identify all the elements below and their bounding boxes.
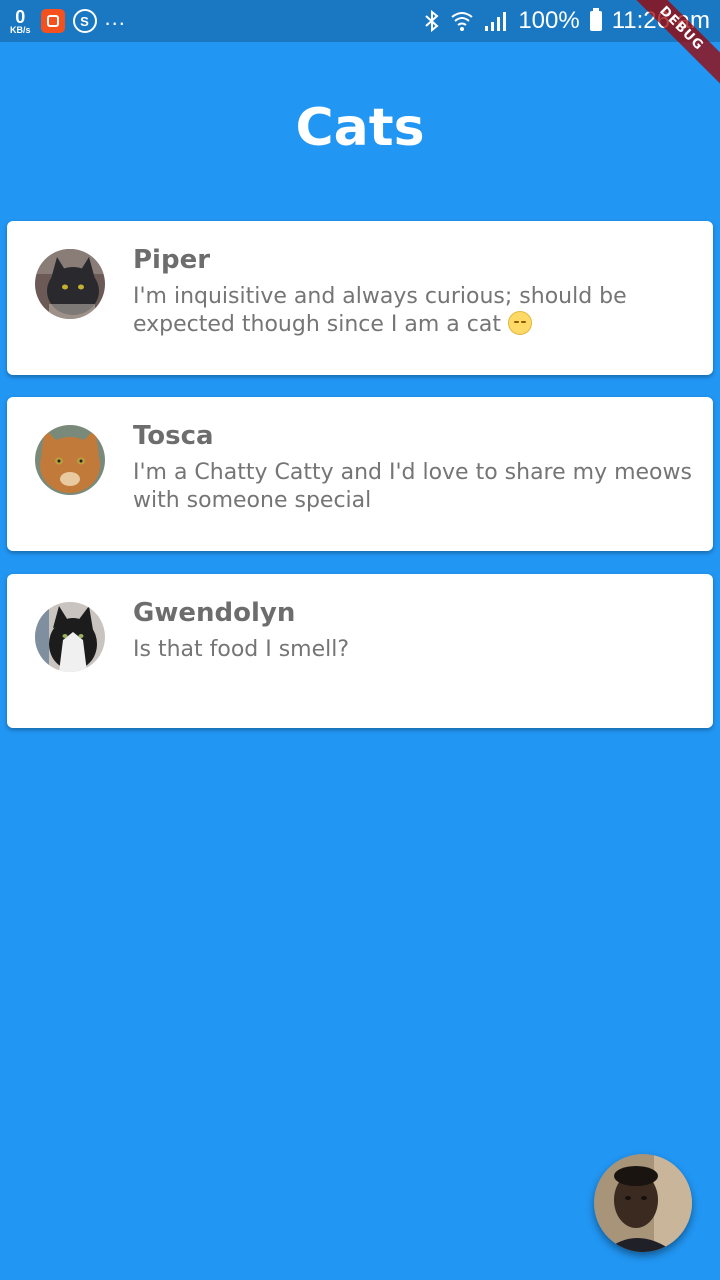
- app-notification-icon: [40, 9, 65, 33]
- cat-name: Gwendolyn: [133, 598, 296, 628]
- smirking-face-icon: [507, 311, 532, 335]
- network-speed: 0 KB/s: [10, 8, 31, 35]
- cat-card-gwendolyn[interactable]: Gwendolyn Is that food I smell?: [7, 574, 713, 728]
- network-speed-unit: KB/s: [10, 24, 31, 35]
- cat-name: Piper: [133, 245, 211, 275]
- cat-description: I'm inquisitive and always curious; shou…: [133, 283, 693, 339]
- more-notifications-icon: ...: [104, 5, 126, 30]
- bluetooth-icon: [425, 9, 439, 33]
- s-notification-icon: S: [72, 9, 97, 33]
- cat-card-tosca[interactable]: Tosca I'm a Chatty Catty and I'd love to…: [7, 397, 713, 551]
- battery-icon: [589, 8, 602, 31]
- cat-name: Tosca: [133, 421, 214, 451]
- cat-avatar-gwendolyn: [35, 602, 105, 672]
- cat-avatar-tosca: [35, 425, 105, 495]
- cat-description: I'm a Chatty Catty and I'd love to share…: [133, 460, 692, 513]
- cat-description: Is that food I smell?: [133, 637, 350, 662]
- cat-avatar-piper: [35, 249, 105, 319]
- network-speed-value: 0: [15, 6, 26, 27]
- cat-card-piper[interactable]: Piper I'm inquisitive and always curious…: [7, 221, 713, 375]
- battery-percent: 100%: [518, 7, 580, 34]
- status-bar: 0 KB/s S ... 100% 11:26 am: [0, 0, 720, 42]
- signal-icon: [485, 12, 507, 31]
- wifi-icon: [451, 12, 473, 31]
- status-left: 0 KB/s S ...: [10, 5, 126, 35]
- cat-description-text: I'm inquisitive and always curious; shou…: [133, 284, 627, 337]
- profile-avatar-button[interactable]: [594, 1154, 692, 1252]
- page-title: Cats: [295, 98, 425, 158]
